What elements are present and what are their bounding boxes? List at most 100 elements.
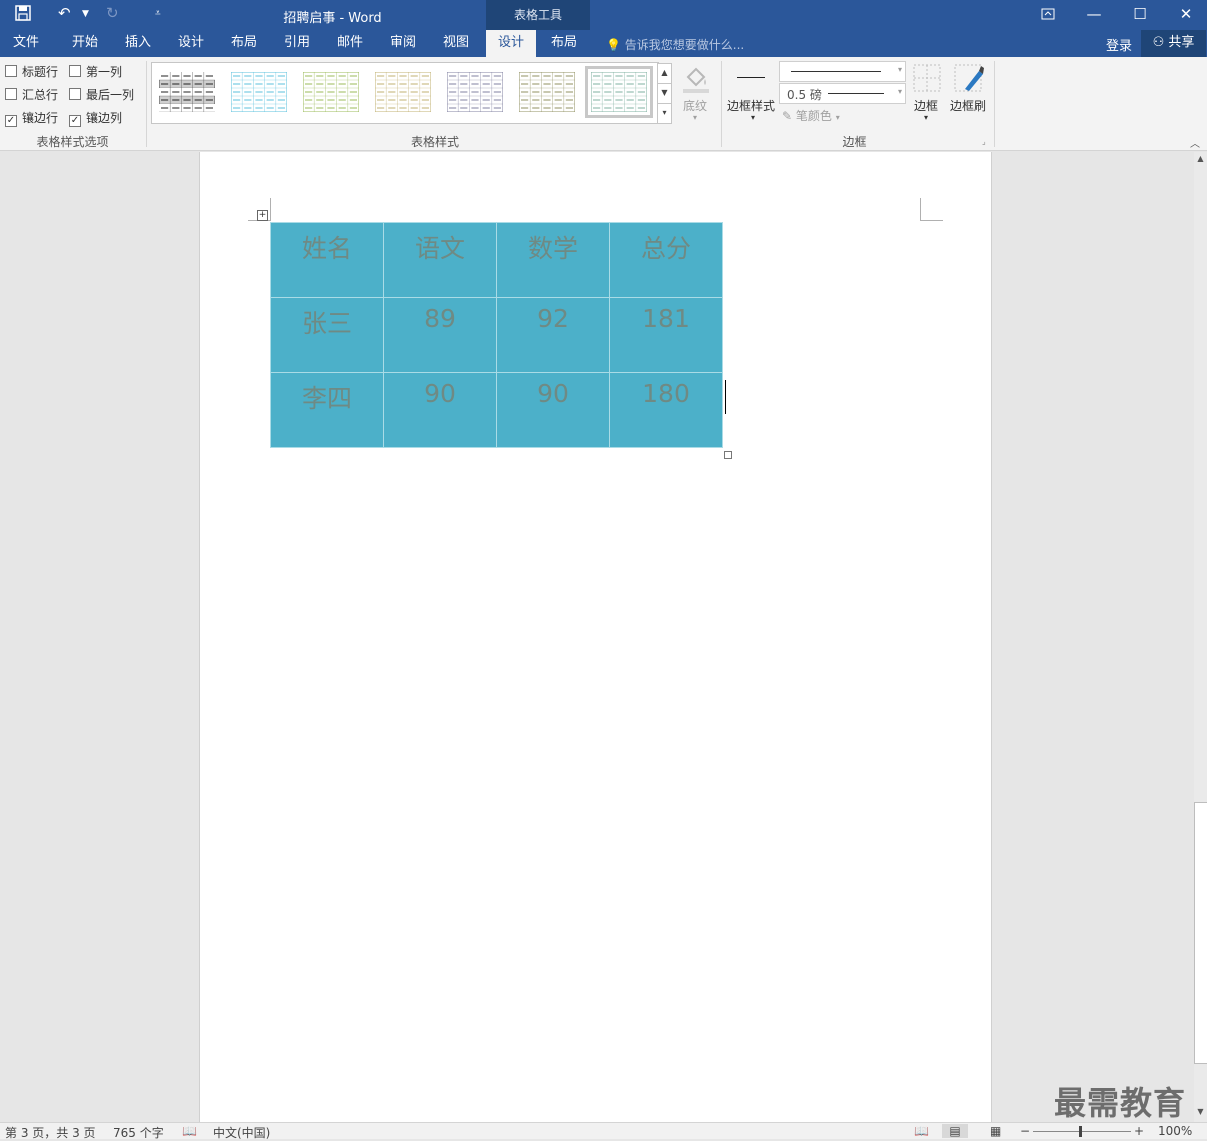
borders-icon[interactable]	[912, 63, 942, 96]
minimize-button[interactable]: —	[1071, 0, 1117, 30]
borders-label[interactable]: 边框	[914, 97, 938, 114]
line-weight-dropdown[interactable]: 0.5 磅 ▾	[779, 83, 906, 104]
table-cell[interactable]: 90	[496, 372, 610, 448]
line-style-dropdown[interactable]: ▾	[779, 61, 906, 82]
zoom-in-icon[interactable]: +	[1134, 1124, 1144, 1138]
tell-me-text: 告诉我您想要做什么...	[624, 38, 745, 52]
table-cell[interactable]: 92	[496, 297, 610, 373]
close-button[interactable]: ✕	[1163, 0, 1207, 30]
shading-dropdown-icon[interactable]: ▾	[693, 113, 697, 122]
header-row-checkbox[interactable]: 标题行	[5, 63, 58, 80]
share-button[interactable]: ⚇ 共享	[1141, 30, 1206, 57]
table-style-teal-selected[interactable]	[585, 66, 653, 118]
table-move-handle-icon[interactable]: +	[257, 210, 268, 221]
table-style-blue[interactable]	[230, 71, 288, 113]
table-row: 张三 89 92 181	[270, 297, 723, 373]
read-mode-icon[interactable]: 📖	[914, 1124, 929, 1138]
tab-insert[interactable]: 插入	[113, 30, 163, 57]
line-weight-value: 0.5 磅	[787, 88, 822, 102]
pen-icon: ✎	[782, 109, 793, 123]
share-label: 共享	[1168, 35, 1195, 50]
vertical-scrollbar[interactable]: ▲ ▼	[1194, 152, 1207, 1122]
pen-color-button[interactable]: ✎ 笔颜色 ▾	[782, 107, 840, 124]
tab-references[interactable]: 引用	[272, 30, 322, 57]
web-layout-icon[interactable]: ▦	[990, 1124, 1001, 1138]
group-divider	[146, 61, 147, 147]
table-cell[interactable]: 张三	[270, 297, 384, 373]
tab-table-design[interactable]: 设计	[486, 30, 536, 57]
zoom-level[interactable]: 100%	[1158, 1124, 1192, 1138]
ribbon: 标题行 汇总行 ✓ 镶边行 第一列 最后一列 ✓ 镶边列 表格样式选项 ▲ ▼ ▾ …	[0, 57, 1207, 151]
tab-view[interactable]: 视图	[431, 30, 481, 57]
table-cell[interactable]: 李四	[270, 372, 384, 448]
table-style-olive[interactable]	[518, 71, 576, 113]
banded-columns-checkbox[interactable]: ✓ 镶边列	[69, 109, 122, 127]
first-column-checkbox[interactable]: 第一列	[69, 63, 122, 80]
table-cell[interactable]: 姓名	[270, 222, 384, 298]
document-table[interactable]: 姓名 语文 数学 总分 张三 89 92 181 李四 90 90 180	[270, 222, 723, 448]
table-resize-handle[interactable]	[724, 451, 732, 459]
pen-color-label: 笔颜色	[795, 109, 832, 123]
collapse-ribbon-icon[interactable]: ︿	[1190, 135, 1200, 150]
scrollbar-thumb[interactable]	[1194, 802, 1207, 1064]
gallery-more-icon[interactable]: ▾	[657, 103, 672, 124]
table-cell[interactable]: 总分	[609, 222, 723, 298]
chevron-down-icon: ▾	[897, 87, 902, 96]
border-painter-icon[interactable]	[953, 63, 985, 96]
scroll-up-icon[interactable]: ▲	[1194, 154, 1207, 163]
tell-me-box[interactable]: 💡 告诉我您想要做什么...	[606, 36, 744, 53]
table-style-green[interactable]	[302, 71, 360, 113]
print-layout-icon[interactable]: ▤	[942, 1124, 968, 1138]
tab-table-layout[interactable]: 布局	[539, 30, 589, 57]
table-style-slate[interactable]	[446, 71, 504, 113]
zoom-slider-thumb[interactable]	[1079, 1126, 1082, 1137]
borders-group-label: 边框	[842, 135, 867, 149]
person-add-icon: ⚇	[1152, 35, 1165, 50]
title-bar: ↶ ▼ ↻ ⩡ 招聘启事 - Word 表格工具 — ☐ ✕	[0, 0, 1207, 30]
first-column-label: 第一列	[86, 65, 123, 79]
table-cell[interactable]: 语文	[383, 222, 497, 298]
table-cell[interactable]: 181	[609, 297, 723, 373]
maximize-button[interactable]: ☐	[1117, 0, 1163, 30]
border-styles-dropdown-icon[interactable]: ▾	[751, 113, 755, 122]
zoom-slider-track[interactable]	[1033, 1131, 1131, 1132]
border-styles-label[interactable]: 边框样式	[727, 97, 775, 114]
scroll-down-icon[interactable]: ▼	[1194, 1107, 1207, 1116]
tab-design[interactable]: 设计	[166, 30, 216, 57]
ribbon-display-icon[interactable]	[1025, 0, 1071, 30]
border-painter-label[interactable]: 边框刷	[950, 97, 986, 114]
language-indicator[interactable]: 中文(中国)	[213, 1124, 270, 1141]
page-count[interactable]: 第 3 页，共 3 页	[5, 1124, 96, 1141]
ribbon-tab-row: 文件 开始 插入 设计 布局 引用 邮件 审阅 视图 设计 布局 💡 告诉我您想…	[0, 30, 1207, 57]
banded-rows-checkbox[interactable]: ✓ 镶边行	[5, 109, 58, 127]
chevron-down-icon: ▾	[835, 113, 840, 122]
table-style-grid-dark[interactable]	[158, 71, 216, 113]
zoom-out-icon[interactable]: −	[1020, 1124, 1030, 1138]
table-cell[interactable]: 90	[383, 372, 497, 448]
tab-mailings[interactable]: 邮件	[325, 30, 375, 57]
borders-dialog-launcher-icon[interactable]: ⌟	[982, 137, 986, 146]
gallery-scroll-up-icon[interactable]: ▲	[657, 63, 672, 84]
shading-icon[interactable]	[680, 63, 712, 98]
tab-home[interactable]: 开始	[60, 30, 110, 57]
banded-rows-label: 镶边行	[22, 111, 59, 125]
word-count[interactable]: 765 个字	[113, 1124, 164, 1141]
tab-layout[interactable]: 布局	[219, 30, 269, 57]
table-cell[interactable]: 89	[383, 297, 497, 373]
table-cell[interactable]: 数学	[496, 222, 610, 298]
proofing-icon[interactable]: 📖	[182, 1124, 197, 1138]
last-column-checkbox[interactable]: 最后一列	[69, 86, 134, 103]
border-style-line-icon[interactable]	[737, 77, 765, 78]
tab-file[interactable]: 文件	[0, 30, 52, 57]
watermark-logo: 最需教育	[1054, 1084, 1187, 1122]
gallery-scroll-down-icon[interactable]: ▼	[657, 83, 672, 104]
login-link[interactable]: 登录	[1106, 35, 1132, 54]
total-row-checkbox[interactable]: 汇总行	[5, 86, 58, 103]
borders-dropdown-icon[interactable]: ▾	[924, 113, 928, 122]
tab-review[interactable]: 审阅	[378, 30, 428, 57]
margin-corner-mark	[920, 198, 943, 221]
shading-label: 底纹	[683, 99, 708, 113]
table-row: 姓名 语文 数学 总分	[270, 222, 723, 298]
table-cell[interactable]: 180	[609, 372, 723, 448]
table-style-gold[interactable]	[374, 71, 432, 113]
